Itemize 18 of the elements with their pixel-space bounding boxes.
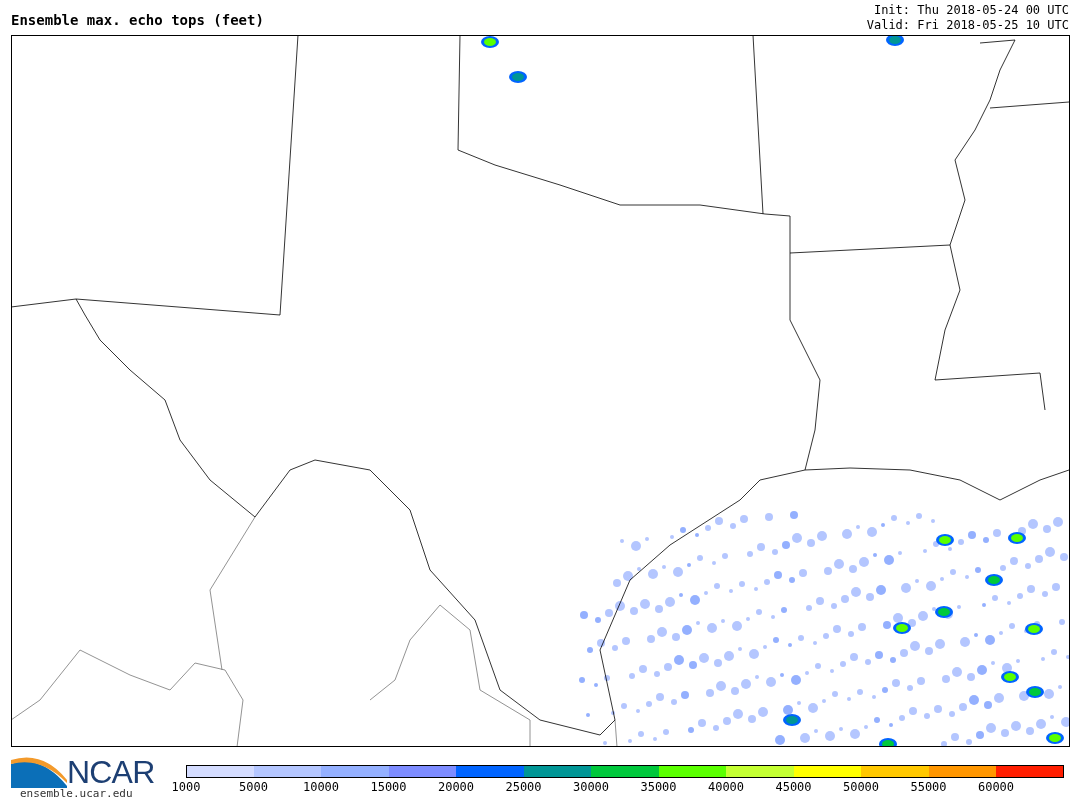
colorbar-label: 50000 bbox=[842, 779, 880, 796]
colorbar-label: 20000 bbox=[437, 779, 475, 796]
colorbar-label: 15000 bbox=[370, 779, 407, 796]
colorbar-label: 30000 bbox=[572, 779, 610, 796]
colorbar-label: 35000 bbox=[640, 779, 677, 796]
valid-time: Valid: Fri 2018-05-25 10 UTC bbox=[866, 18, 1069, 33]
colorbar-label: 45000 bbox=[775, 779, 812, 796]
colorbar-label: 55000 bbox=[910, 779, 947, 796]
colorbar-label: 5000 bbox=[239, 779, 268, 796]
colorbar-label: 10000 bbox=[302, 779, 340, 796]
colorbar-label: 40000 bbox=[707, 779, 745, 796]
init-time: Init: Thu 2018-05-24 00 UTC bbox=[873, 3, 1069, 18]
colorbar-label: 60000 bbox=[977, 779, 1015, 796]
chart-title: Ensemble max. echo tops (feet) bbox=[11, 11, 264, 30]
site-url: ensemble.ucar.edu bbox=[20, 788, 134, 800]
colorbar-label: 1000 bbox=[171, 779, 201, 796]
colorbar-label: 25000 bbox=[505, 779, 542, 796]
logo-text: NCAR bbox=[67, 756, 155, 788]
